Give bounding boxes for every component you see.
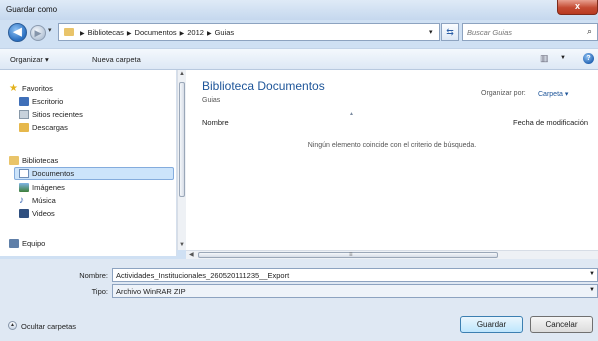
address-bar[interactable]: ▶ Bibliotecas ▶ Documentos ▶ 2012 ▶ Guias ▾ <box>58 23 440 41</box>
nav-vertical-scrollbar[interactable]: ▲ ▼ <box>177 70 186 250</box>
videos-icon <box>19 209 29 218</box>
sidebar-item-equipo[interactable]: Equipo <box>9 238 129 250</box>
breadcrumb: ▶ Bibliotecas ▶ Documentos ▶ 2012 ▶ Guias <box>77 28 234 37</box>
close-button[interactable]: x <box>557 0 598 15</box>
sidebar-item-sitios-recientes[interactable]: Sitios recientes <box>19 109 139 121</box>
scroll-left-icon[interactable]: ◀ <box>189 251 194 258</box>
grip-icon: ≡ <box>349 252 353 258</box>
arrange-by-label: Organizar por: <box>481 90 526 97</box>
filetype-select[interactable]: Archivo WinRAR ZIP ▼ <box>112 284 598 298</box>
arrange-by-dropdown[interactable]: Carpeta ▾ <box>538 90 568 98</box>
search-box[interactable]: ⌕ <box>462 23 598 41</box>
scroll-up-icon[interactable]: ▲ <box>179 71 185 77</box>
search-input[interactable] <box>467 26 577 38</box>
chevron-right-icon: ▶ <box>126 31 132 37</box>
library-title: Biblioteca Documentos <box>202 79 325 93</box>
new-folder-button[interactable]: Nueva carpeta <box>92 55 141 64</box>
filetype-value: Archivo WinRAR ZIP <box>116 287 186 296</box>
sidebar-item-musica[interactable]: ♪ Música <box>19 195 139 207</box>
sidebar-item-escritorio[interactable]: Escritorio <box>19 96 139 108</box>
sidebar-item-favoritos[interactable]: ★ Favoritos <box>9 83 129 95</box>
documents-icon <box>19 169 29 178</box>
recent-pages-dropdown[interactable]: ▾ <box>48 26 52 34</box>
star-icon: ★ <box>9 83 18 94</box>
recent-places-icon <box>19 110 29 119</box>
column-header-name[interactable]: Nombre <box>202 118 229 127</box>
sidebar-item-descargas[interactable]: Descargas <box>19 122 139 134</box>
content-horizontal-scrollbar[interactable]: ◀ ≡ <box>186 250 598 259</box>
empty-results-message: Ningún elemento coincide con el criterio… <box>307 142 477 149</box>
chevron-down-icon[interactable]: ▼ <box>589 287 595 293</box>
refresh-button[interactable]: ⇆ <box>441 23 459 41</box>
filename-field[interactable]: Actividades_Institucionales_260520111235… <box>112 268 598 282</box>
scroll-down-icon[interactable]: ▼ <box>179 242 185 248</box>
hide-folders-label: Ocultar carpetas <box>21 322 77 331</box>
downloads-icon <box>19 123 29 132</box>
folder-icon <box>64 28 74 36</box>
search-icon[interactable]: ⌕ <box>587 26 592 37</box>
filename-value[interactable]: Actividades_Institucionales_260520111235… <box>116 271 289 280</box>
navigation-pane: ★ Favoritos Escritorio Sitios recientes … <box>0 70 177 256</box>
filetype-label: Tipo: <box>91 287 108 296</box>
computer-icon <box>9 239 19 248</box>
toolbar: Organizar ▾ Nueva carpeta ▥ ▼ ? <box>0 48 598 70</box>
window-title: Guardar como <box>6 5 58 14</box>
sidebar-item-videos[interactable]: Videos <box>19 208 139 220</box>
chevron-right-icon: ▶ <box>206 31 212 37</box>
sort-ascending-icon: ▲ <box>349 111 354 117</box>
music-icon: ♪ <box>19 195 24 206</box>
breadcrumb-documentos[interactable]: Documentos <box>135 28 177 37</box>
breadcrumb-guias[interactable]: Guias <box>215 28 235 37</box>
save-form: Nombre: Actividades_Institucionales_2605… <box>0 259 598 341</box>
sidebar-item-bibliotecas[interactable]: Bibliotecas <box>9 155 129 167</box>
pictures-icon <box>19 183 29 192</box>
libraries-icon <box>9 156 19 165</box>
breadcrumb-2012[interactable]: 2012 <box>187 28 204 37</box>
desktop-icon <box>19 97 29 106</box>
sidebar-item-imagenes[interactable]: Imágenes <box>19 182 139 194</box>
file-list-pane: Biblioteca Documentos Guias Organizar po… <box>186 70 598 250</box>
help-icon[interactable]: ? <box>583 53 594 64</box>
cancel-button[interactable]: Cancelar <box>530 316 593 333</box>
scrollbar-thumb[interactable]: ≡ <box>198 252 498 258</box>
chevron-up-icon[interactable]: ▲ <box>8 321 17 330</box>
organize-button[interactable]: Organizar ▾ <box>10 55 49 64</box>
sidebar-item-documentos[interactable]: Documentos <box>14 167 174 180</box>
chevron-right-icon: ▶ <box>80 31 85 37</box>
breadcrumb-bibliotecas[interactable]: Bibliotecas <box>88 28 124 37</box>
scrollbar-thumb[interactable] <box>179 82 185 197</box>
save-button[interactable]: Guardar <box>460 316 523 333</box>
back-button[interactable]: ◀ <box>8 23 27 42</box>
title-bar: Guardar como x <box>0 0 598 20</box>
forward-button[interactable]: ▶ <box>30 25 46 41</box>
column-header-row: ▲ Nombre Fecha de modificación <box>186 110 598 127</box>
address-dropdown-icon[interactable]: ▾ <box>429 28 433 36</box>
chevron-right-icon: ▶ <box>179 31 185 37</box>
filename-label: Nombre: <box>79 271 108 280</box>
views-dropdown-icon[interactable]: ▼ <box>560 55 566 61</box>
views-icon[interactable]: ▥ <box>540 53 549 64</box>
column-header-date-modified[interactable]: Fecha de modificación <box>513 118 588 127</box>
library-subtitle: Guias <box>202 97 221 104</box>
chevron-down-icon[interactable]: ▼ <box>589 271 595 277</box>
